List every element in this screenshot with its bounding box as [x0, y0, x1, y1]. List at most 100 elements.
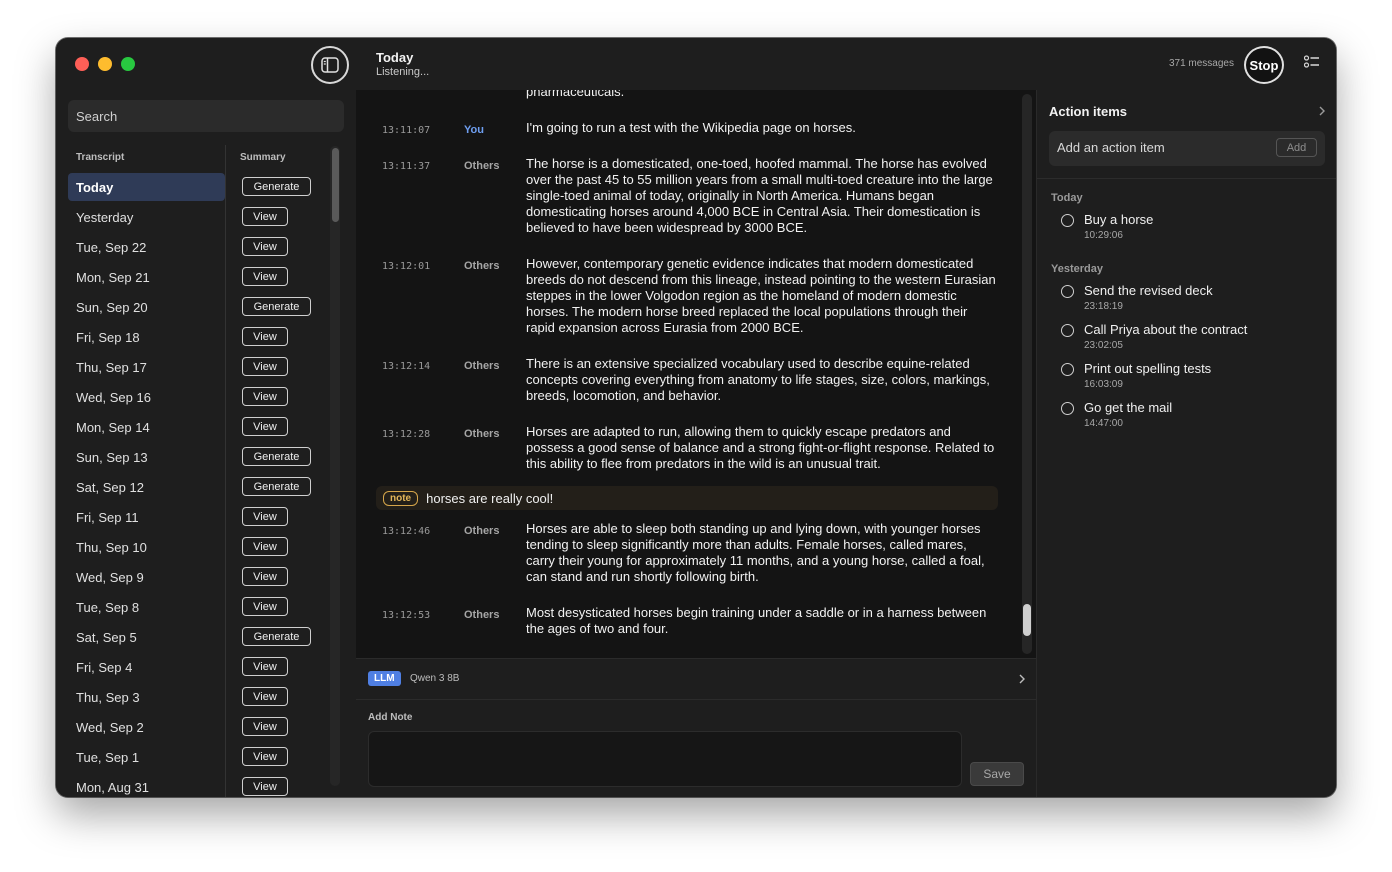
transcript-row[interactable]: Fri, Sep 11 View — [68, 502, 328, 532]
transcript-row-label[interactable]: Wed, Sep 16 — [68, 383, 225, 411]
transcript-list: Today Generate Yesterday View Tue, Sep 22 Vie… — [68, 172, 328, 797]
view-summary-button[interactable]: View — [242, 357, 288, 376]
llm-selector[interactable]: LLM Qwen 3 8B — [356, 658, 1036, 700]
divider — [1037, 178, 1336, 179]
transcript-row-label[interactable]: Thu, Sep 10 — [68, 533, 225, 561]
view-summary-button[interactable]: View — [242, 687, 288, 706]
transcript-row-label[interactable]: Fri, Sep 4 — [68, 653, 225, 681]
transcript-row[interactable]: Tue, Sep 22 View — [68, 232, 328, 262]
note-textarea[interactable] — [368, 731, 962, 787]
view-summary-button[interactable]: View — [242, 207, 288, 226]
transcript-row[interactable]: Mon, Sep 21 View — [68, 262, 328, 292]
action-group-label: Yesterday — [1051, 263, 1103, 275]
transcript-row[interactable]: Sun, Sep 13 Generate — [68, 442, 328, 472]
generate-summary-button[interactable]: Generate — [242, 297, 311, 316]
checkbox-circle-icon[interactable] — [1061, 402, 1074, 415]
action-items-toggle-button[interactable] — [1303, 55, 1320, 74]
view-summary-button[interactable]: View — [242, 717, 288, 736]
generate-summary-button[interactable]: Generate — [242, 627, 311, 646]
window-title-block: Today Listening... — [376, 50, 429, 78]
view-summary-button[interactable]: View — [242, 597, 288, 616]
transcript-row[interactable]: Tue, Sep 8 View — [68, 592, 328, 622]
generate-summary-button[interactable]: Generate — [242, 447, 311, 466]
transcript-row[interactable]: Wed, Sep 9 View — [68, 562, 328, 592]
transcript-row[interactable]: Mon, Aug 31 View — [68, 772, 328, 797]
transcript-row[interactable]: Sat, Sep 5 Generate — [68, 622, 328, 652]
transcript-row[interactable]: Wed, Sep 16 View — [68, 382, 328, 412]
maximize-window-button[interactable] — [121, 57, 135, 71]
transcript-row[interactable]: Yesterday View — [68, 202, 328, 232]
transcript-row-label[interactable]: Sun, Sep 13 — [68, 443, 225, 471]
transcript-row[interactable]: Today Generate — [68, 172, 328, 202]
transcript-scrollbar-thumb[interactable] — [1023, 604, 1031, 636]
view-summary-button[interactable]: View — [242, 417, 288, 436]
transcript-row-label[interactable]: Mon, Aug 31 — [68, 773, 225, 797]
transcript-row-label[interactable]: Thu, Sep 3 — [68, 683, 225, 711]
transcript-row-label[interactable]: Fri, Sep 18 — [68, 323, 225, 351]
transcript-row[interactable]: Thu, Sep 3 View — [68, 682, 328, 712]
view-summary-button[interactable]: View — [242, 537, 288, 556]
action-item-time: 16:03:09 — [1084, 379, 1123, 390]
view-summary-button[interactable]: View — [242, 657, 288, 676]
transcript-row-label[interactable]: Mon, Sep 21 — [68, 263, 225, 291]
save-note-button[interactable]: Save — [970, 762, 1024, 786]
add-action-item-button[interactable]: Add — [1276, 138, 1317, 157]
action-group-label: Today — [1051, 192, 1083, 204]
view-summary-button[interactable]: View — [242, 777, 288, 796]
view-summary-button[interactable]: View — [242, 567, 288, 586]
action-item-title: Call Priya about the contract — [1084, 322, 1248, 337]
view-summary-button[interactable]: View — [242, 327, 288, 346]
checkbox-circle-icon[interactable] — [1061, 214, 1074, 227]
listening-status: Listening... — [376, 66, 430, 78]
view-summary-button[interactable]: View — [242, 387, 288, 406]
note-row: note horses are really cool! — [376, 486, 998, 510]
transcript-row-label[interactable]: Tue, Sep 8 — [68, 593, 225, 621]
view-summary-button[interactable]: View — [242, 237, 288, 256]
transcript-row[interactable]: Thu, Sep 10 View — [68, 532, 328, 562]
transcript-row-label[interactable]: Wed, Sep 2 — [68, 713, 225, 741]
summary-column-header: Summary — [240, 152, 286, 163]
view-summary-button[interactable]: View — [242, 507, 288, 526]
entry-timestamp: 13:12:46 — [382, 526, 431, 537]
transcript-row-label[interactable]: Tue, Sep 1 — [68, 743, 225, 771]
minimize-window-button[interactable] — [98, 57, 112, 71]
sidebar-scrollbar[interactable] — [330, 146, 340, 786]
transcript-row[interactable]: Thu, Sep 17 View — [68, 352, 328, 382]
transcript-row-label[interactable]: Today — [68, 173, 225, 201]
entry-text: Most desysticated horses begin training … — [526, 605, 987, 636]
stop-button[interactable]: Stop — [1244, 46, 1284, 84]
checkbox-circle-icon[interactable] — [1061, 285, 1074, 298]
generate-summary-button[interactable]: Generate — [242, 177, 311, 196]
close-window-button[interactable] — [75, 57, 89, 71]
view-summary-button[interactable]: View — [242, 747, 288, 766]
sidebar-toggle-button[interactable] — [311, 46, 349, 84]
transcript-row-label[interactable]: Sat, Sep 12 — [68, 473, 225, 501]
transcript-row-label[interactable]: Fri, Sep 11 — [68, 503, 225, 531]
chevron-right-icon[interactable] — [1318, 105, 1326, 117]
sidebar-scrollbar-thumb[interactable] — [332, 148, 339, 222]
transcript-row-label[interactable]: Thu, Sep 17 — [68, 353, 225, 381]
checkbox-circle-icon[interactable] — [1061, 324, 1074, 337]
generate-summary-button[interactable]: Generate — [242, 477, 311, 496]
checkbox-circle-icon[interactable] — [1061, 363, 1074, 376]
entry-speaker: You — [464, 124, 484, 136]
transcript-scrollbar[interactable] — [1022, 94, 1032, 654]
transcript-row-label[interactable]: Tue, Sep 22 — [68, 233, 225, 261]
message-count: 371 messages — [1168, 58, 1234, 69]
transcript-row[interactable]: Sat, Sep 12 Generate — [68, 472, 328, 502]
transcript-row-label[interactable]: Sat, Sep 5 — [68, 623, 225, 651]
transcript-row-label[interactable]: Mon, Sep 14 — [68, 413, 225, 441]
transcript-row[interactable]: Tue, Sep 1 View — [68, 742, 328, 772]
search-input[interactable] — [68, 100, 344, 132]
transcript-row[interactable]: Fri, Sep 4 View — [68, 652, 328, 682]
transcript-row-label[interactable]: Sun, Sep 20 — [68, 293, 225, 321]
add-note-label: Add Note — [368, 712, 413, 723]
transcript-row[interactable]: Sun, Sep 20 Generate — [68, 292, 328, 322]
transcript-clipped-line: pharmaceuticals. — [526, 90, 625, 99]
transcript-row[interactable]: Mon, Sep 14 View — [68, 412, 328, 442]
transcript-row-label[interactable]: Wed, Sep 9 — [68, 563, 225, 591]
view-summary-button[interactable]: View — [242, 267, 288, 286]
transcript-row[interactable]: Fri, Sep 18 View — [68, 322, 328, 352]
transcript-row[interactable]: Wed, Sep 2 View — [68, 712, 328, 742]
transcript-row-label[interactable]: Yesterday — [68, 203, 225, 231]
